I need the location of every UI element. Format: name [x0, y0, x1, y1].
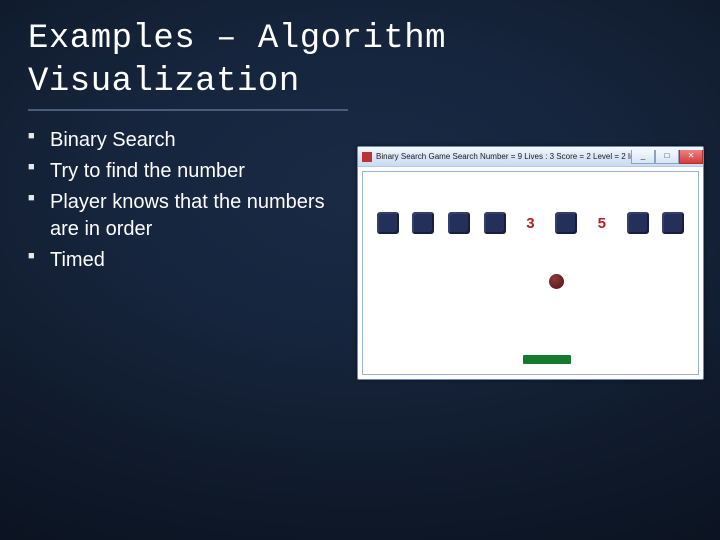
cube[interactable]: [484, 212, 506, 234]
cube[interactable]: [662, 212, 684, 234]
minimize-button[interactable]: _: [631, 150, 655, 164]
list-item: Try to find the number: [28, 158, 328, 185]
cube[interactable]: [412, 212, 434, 234]
paddle[interactable]: [523, 355, 571, 364]
cube[interactable]: [555, 212, 577, 234]
revealed-number: 3: [519, 215, 541, 232]
cube[interactable]: [377, 212, 399, 234]
close-button[interactable]: ✕: [679, 150, 703, 164]
list-item: Binary Search: [28, 127, 328, 154]
titlebar: Binary Search Game Search Number = 9 Liv…: [358, 147, 703, 167]
screenshot: Binary Search Game Search Number = 9 Liv…: [357, 146, 702, 378]
maximize-button[interactable]: □: [655, 150, 679, 164]
app-window: Binary Search Game Search Number = 9 Liv…: [357, 146, 704, 380]
slide: Examples – Algorithm Visualization Binar…: [0, 0, 720, 540]
window-icon: [362, 152, 372, 162]
slide-title: Examples – Algorithm Visualization: [0, 0, 720, 107]
window-title: Binary Search Game Search Number = 9 Liv…: [376, 152, 631, 161]
window-buttons: _ □ ✕: [631, 150, 703, 163]
cube[interactable]: [448, 212, 470, 234]
game-area[interactable]: 3 5: [362, 171, 699, 375]
list-item: Timed: [28, 247, 328, 274]
ball: [549, 274, 564, 289]
cube-row: 3 5: [363, 212, 698, 234]
cube[interactable]: [627, 212, 649, 234]
revealed-number: 5: [591, 215, 613, 232]
bullet-list: Binary Search Try to find the number Pla…: [28, 127, 328, 278]
list-item: Player knows that the numbers are in ord…: [28, 189, 328, 243]
